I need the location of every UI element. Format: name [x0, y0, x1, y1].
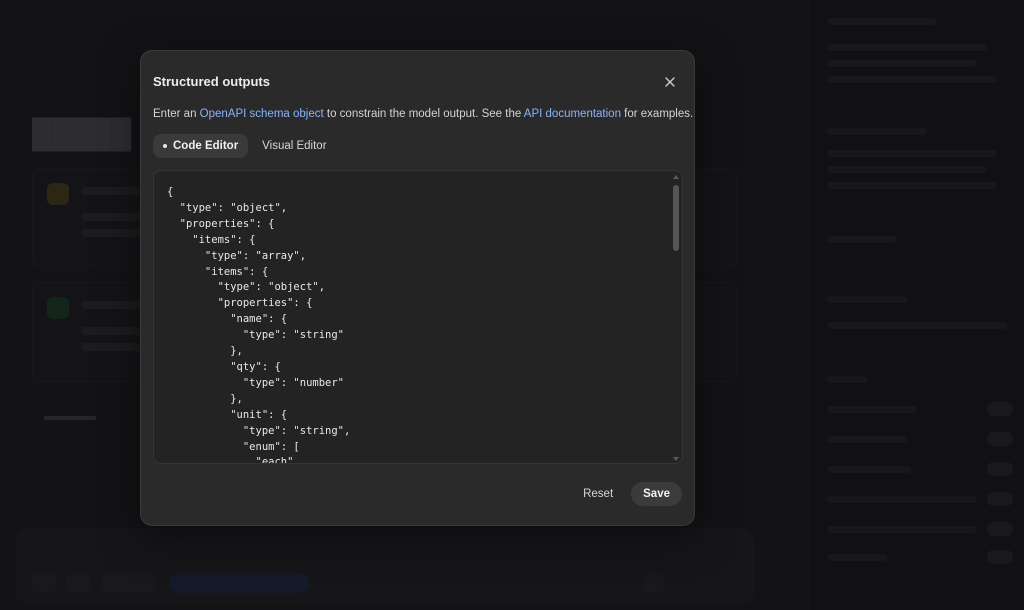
- tab-code-editor[interactable]: Code Editor: [153, 134, 249, 158]
- description-middle: to constrain the model output. See the: [323, 108, 524, 120]
- structured-outputs-dialog: Structured outputs Enter an OpenAPI sche…: [140, 50, 695, 526]
- editor-tabs: Code Editor Visual Editor: [153, 134, 337, 158]
- schema-code[interactable]: { "type": "object", "properties": { "ite…: [167, 185, 350, 463]
- active-tab-dot-icon: [163, 144, 167, 148]
- api-documentation-link[interactable]: API documentation: [524, 108, 621, 120]
- dialog-footer: Reset Save: [571, 482, 682, 506]
- scroll-up-arrow-icon[interactable]: [673, 175, 679, 179]
- description-prefix: Enter an: [153, 108, 200, 120]
- scrollbar-thumb[interactable]: [673, 185, 679, 251]
- tab-visual-editor[interactable]: Visual Editor: [252, 134, 336, 158]
- dialog-description: Enter an OpenAPI schema object to constr…: [153, 108, 693, 120]
- reset-button[interactable]: Reset: [571, 482, 625, 506]
- schema-code-editor[interactable]: { "type": "object", "properties": { "ite…: [153, 170, 683, 464]
- save-button[interactable]: Save: [631, 482, 682, 506]
- scroll-down-arrow-icon[interactable]: [673, 457, 679, 461]
- description-suffix: for examples.: [620, 108, 694, 120]
- dialog-title: Structured outputs: [153, 74, 270, 89]
- close-button[interactable]: [660, 72, 680, 92]
- tab-label: Visual Editor: [262, 140, 327, 152]
- editor-scrollbar[interactable]: [672, 173, 680, 461]
- tab-label: Code Editor: [173, 140, 239, 152]
- close-icon: [665, 77, 675, 87]
- openapi-schema-link[interactable]: OpenAPI schema object: [200, 108, 324, 120]
